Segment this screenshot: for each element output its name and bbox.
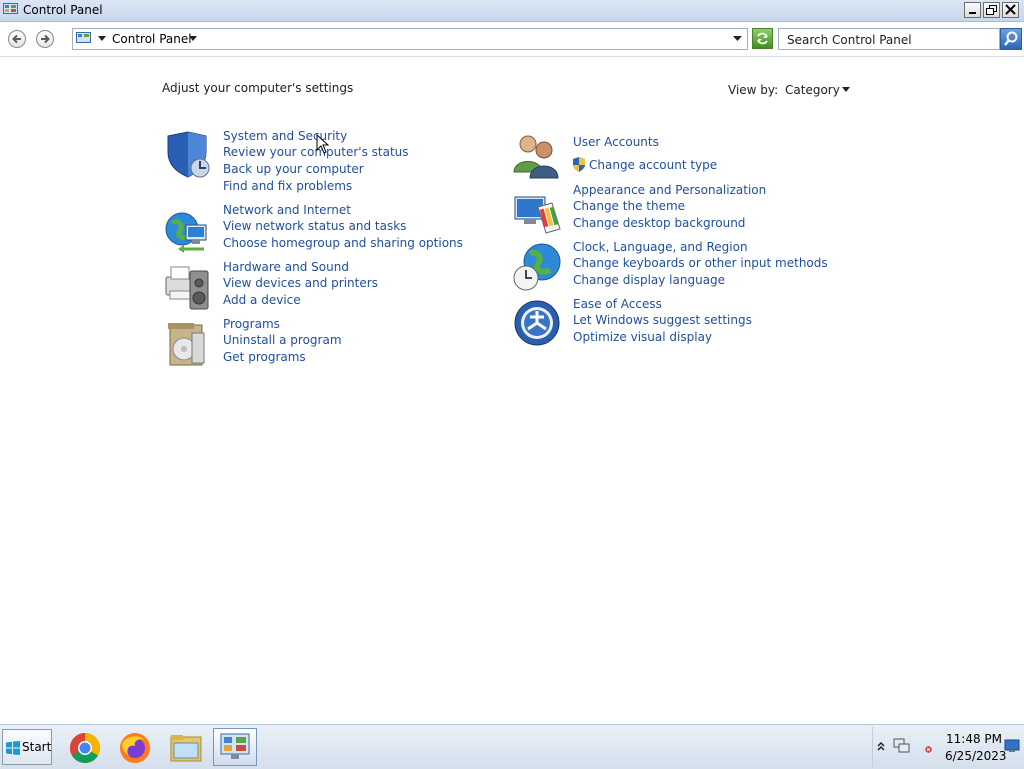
close-icon [1005, 4, 1016, 15]
close-button[interactable] [1002, 2, 1019, 18]
back-arrow-icon [12, 34, 21, 44]
view-by-label: View by: [728, 83, 779, 97]
link-change-desktop-background[interactable]: Change desktop background [573, 216, 745, 230]
show-hidden-icons-icon[interactable] [877, 741, 885, 751]
link-optimize-visual-display[interactable]: Optimize visual display [573, 330, 712, 344]
refresh-icon [757, 32, 768, 45]
taskbar-file-explorer[interactable] [164, 728, 208, 766]
view-by-value: Category [785, 83, 840, 97]
page-heading: Adjust your computer's settings [162, 81, 354, 95]
start-label: Start [22, 740, 52, 754]
taskbar: Start [0, 724, 1024, 769]
link-change-account-type[interactable]: Change account type [589, 158, 717, 172]
uac-shield-icon [573, 157, 585, 172]
windows-logo-icon [6, 741, 20, 755]
link-change-keyboards[interactable]: Change keyboards or other input methods [573, 256, 828, 270]
globe-clock-icon[interactable] [512, 242, 562, 292]
breadcrumb-root-chevron-icon[interactable] [98, 36, 106, 42]
clock-date[interactable]: 6/25/2023 [945, 749, 1007, 763]
control-panel-icon [220, 733, 250, 759]
address-bar: Control Panel Search Control Panel [0, 22, 1024, 57]
search-input[interactable]: Search Control Panel [778, 28, 1000, 50]
address-field[interactable]: Control Panel [72, 28, 748, 50]
link-add-device[interactable]: Add a device [223, 293, 301, 307]
breadcrumb-control-panel[interactable]: Control Panel [112, 32, 192, 46]
category-appearance-personalization[interactable]: Appearance and Personalization [573, 183, 766, 197]
link-uninstall-program[interactable]: Uninstall a program [223, 333, 342, 347]
shield-icon[interactable] [162, 130, 212, 180]
link-change-display-language[interactable]: Change display language [573, 273, 725, 287]
ease-of-access-icon[interactable] [512, 299, 562, 349]
category-network-and-internet[interactable]: Network and Internet [223, 203, 351, 217]
firefox-icon [120, 733, 150, 763]
category-hardware-and-sound[interactable]: Hardware and Sound [223, 260, 349, 274]
category-ease-of-access[interactable]: Ease of Access [573, 297, 662, 311]
minimize-button[interactable] [964, 2, 981, 18]
link-back-up-computer[interactable]: Back up your computer [223, 162, 364, 176]
printer-speaker-icon[interactable] [162, 261, 212, 311]
link-get-programs[interactable]: Get programs [223, 350, 306, 364]
address-history-dropdown-icon[interactable] [733, 36, 742, 42]
network-tray-icon[interactable] [893, 738, 911, 754]
control-panel-app-icon [3, 3, 18, 14]
breadcrumb-chevron-icon[interactable] [189, 36, 197, 42]
category-user-accounts[interactable]: User Accounts [573, 135, 659, 149]
link-view-devices-printers[interactable]: View devices and printers [223, 276, 378, 290]
search-button[interactable] [1000, 28, 1022, 50]
network-globe-icon[interactable] [162, 207, 212, 257]
forward-arrow-icon [41, 34, 50, 44]
category-programs[interactable]: Programs [223, 317, 280, 331]
forward-button[interactable] [36, 30, 54, 48]
taskbar-chrome[interactable] [64, 728, 108, 766]
restore-icon [986, 5, 997, 15]
search-icon [1004, 31, 1018, 46]
programs-box-icon[interactable] [162, 319, 212, 369]
back-button[interactable] [8, 30, 26, 48]
taskbar-control-panel[interactable] [213, 728, 257, 766]
link-homegroup-sharing[interactable]: Choose homegroup and sharing options [223, 236, 463, 250]
minimize-icon [969, 12, 976, 14]
users-icon[interactable] [512, 130, 562, 180]
restore-button[interactable] [983, 2, 1000, 18]
control-panel-small-icon [76, 32, 91, 43]
window-title: Control Panel [23, 3, 103, 17]
file-explorer-icon [170, 735, 202, 762]
link-find-fix-problems[interactable]: Find and fix problems [223, 179, 352, 193]
refresh-button[interactable] [752, 28, 773, 49]
category-clock-language-region[interactable]: Clock, Language, and Region [573, 240, 748, 254]
chrome-icon [69, 733, 101, 764]
clock-time[interactable]: 11:48 PM [946, 732, 1002, 746]
network-error-icon [925, 746, 932, 753]
link-change-theme[interactable]: Change the theme [573, 199, 685, 213]
monitor-paint-icon[interactable] [512, 189, 562, 239]
title-bar: Control Panel [0, 0, 1024, 22]
view-by-dropdown[interactable]: Category [780, 79, 852, 101]
mouse-cursor-icon [316, 134, 330, 154]
start-button[interactable]: Start [2, 729, 52, 765]
taskbar-firefox[interactable] [114, 728, 158, 766]
link-view-network-status[interactable]: View network status and tasks [223, 219, 406, 233]
link-let-windows-suggest[interactable]: Let Windows suggest settings [573, 313, 752, 327]
view-by-chevron-icon [842, 87, 850, 92]
